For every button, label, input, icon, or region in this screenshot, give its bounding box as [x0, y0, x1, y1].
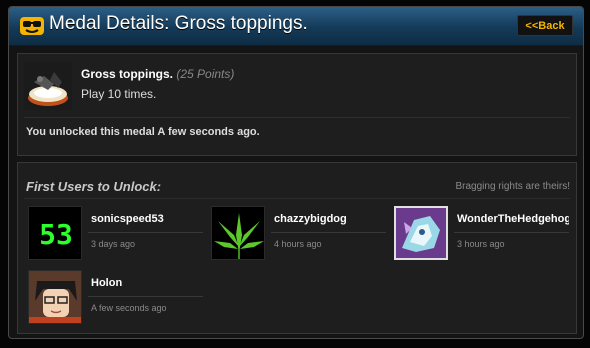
digital-53-icon: 53	[29, 207, 81, 259]
divider	[24, 198, 570, 199]
creature-icon	[396, 208, 446, 258]
medal-details-dialog: Medal Details: Gross toppings. <<Back Gr…	[8, 6, 584, 339]
title-bar: Medal Details: Gross toppings. <<Back	[9, 7, 583, 46]
divider	[88, 232, 203, 233]
user-avatar[interactable]	[211, 206, 265, 260]
first-users-panel: First Users to Unlock: Bragging rights a…	[17, 162, 577, 334]
user-name[interactable]: Holon	[91, 277, 122, 289]
medal-points: (25 Points)	[176, 67, 235, 81]
first-users-heading: First Users to Unlock:	[26, 179, 162, 194]
medal-title: Gross toppings.	[81, 67, 174, 81]
unlock-time: A few seconds ago	[91, 303, 167, 313]
user-name[interactable]: WonderTheHedgehog	[457, 213, 569, 225]
bragging-rights-text: Bragging rights are theirs!	[455, 181, 570, 192]
unlock-time: 4 hours ago	[274, 239, 322, 249]
divider	[271, 232, 386, 233]
user-name[interactable]: chazzybigdog	[274, 213, 347, 225]
medal-image	[24, 62, 72, 110]
unlock-time: 3 days ago	[91, 239, 136, 249]
window: Medal Details: Gross toppings. <<Back Gr…	[0, 0, 590, 348]
user-name[interactable]: sonicspeed53	[91, 213, 164, 225]
page-title: Medal Details: Gross toppings.	[49, 13, 308, 34]
unlock-status: You unlocked this medal A few seconds ag…	[26, 126, 260, 138]
user-avatar[interactable]: 53	[28, 206, 82, 260]
svg-text:53: 53	[39, 218, 73, 251]
divider	[454, 232, 569, 233]
character-portrait-icon	[29, 271, 81, 323]
unlock-time: 3 hours ago	[457, 239, 505, 249]
user-card[interactable]: 53 sonicspeed53 3 days ago	[28, 206, 203, 262]
medal-name: Gross toppings. (25 Points)	[81, 67, 234, 81]
user-card[interactable]: Holon A few seconds ago	[28, 270, 203, 326]
leaf-icon	[212, 207, 264, 259]
back-button[interactable]: <<Back	[517, 15, 573, 36]
user-avatar[interactable]	[394, 206, 448, 260]
medal-info-panel: Gross toppings. (25 Points) Play 10 time…	[17, 53, 577, 156]
user-avatar[interactable]	[28, 270, 82, 324]
divider	[88, 296, 203, 297]
divider	[24, 117, 570, 118]
user-card[interactable]: chazzybigdog 4 hours ago	[211, 206, 386, 262]
medal-icon	[20, 17, 44, 35]
user-card[interactable]: WonderTheHedgehog 3 hours ago	[394, 206, 569, 262]
medal-description: Play 10 times.	[81, 87, 157, 101]
